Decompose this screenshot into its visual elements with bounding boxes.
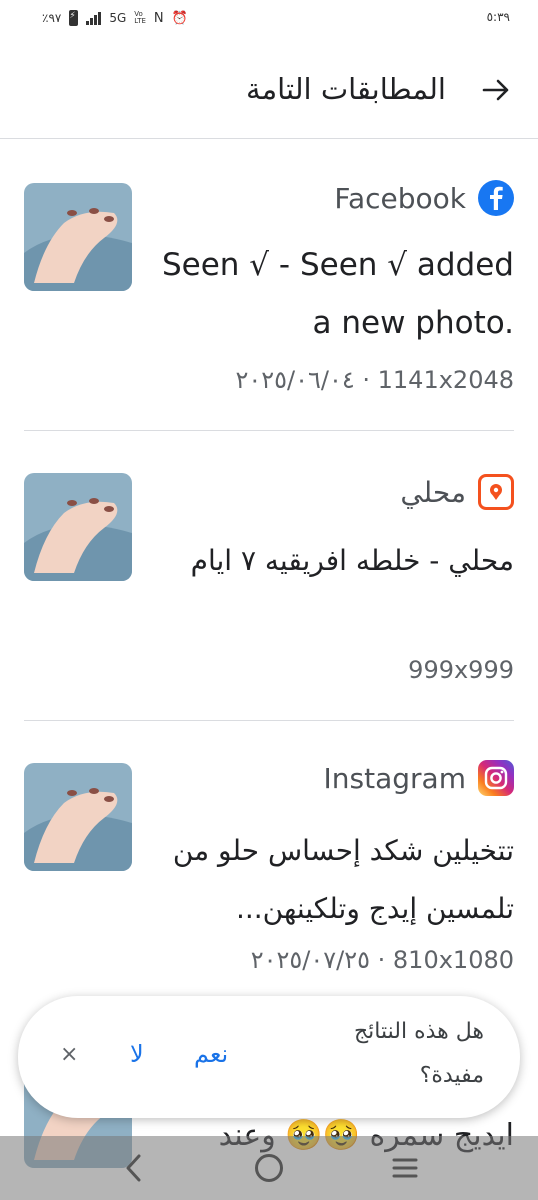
mahally-icon bbox=[478, 474, 514, 510]
nav-back-icon[interactable] bbox=[122, 1152, 146, 1184]
back-arrow-icon[interactable] bbox=[480, 74, 512, 106]
nav-home-icon[interactable] bbox=[255, 1154, 283, 1182]
status-icons: ٪٩٧ 5G VoLTE N ⏰ bbox=[42, 10, 188, 26]
nav-recents-icon[interactable] bbox=[392, 1156, 418, 1180]
close-icon[interactable]: × bbox=[60, 1042, 78, 1067]
result-card-facebook[interactable]: Facebook Seen √ - Seen √ added a new pho… bbox=[24, 180, 514, 400]
feedback-yes-button[interactable]: نعم bbox=[194, 1040, 228, 1068]
hand-image-thumbnail[interactable] bbox=[24, 473, 132, 581]
clock: ٥:٣٩ bbox=[486, 10, 510, 24]
result-title[interactable]: Seen √ - Seen √ added a new photo. bbox=[154, 236, 514, 352]
result-meta: 1141x2048 · ٢٠٢٥/٠٦/٠٤ bbox=[235, 366, 514, 394]
divider bbox=[24, 430, 514, 431]
page-title: المطابقات التامة bbox=[246, 72, 446, 106]
result-title[interactable]: تتخيلين شكد إحساس حلو من تلمسين إيدج وتل… bbox=[154, 822, 514, 938]
nfc-icon: N bbox=[153, 10, 164, 26]
source-name: Facebook bbox=[334, 181, 466, 215]
hand-image-thumbnail[interactable] bbox=[24, 763, 132, 871]
page-header: المطابقات التامة bbox=[0, 40, 538, 139]
result-meta: 999x999 bbox=[408, 656, 514, 684]
result-card-instagram[interactable]: Instagram تتخيلين شكد إحساس حلو من تلمسي… bbox=[24, 760, 514, 990]
hand-image-thumbnail[interactable] bbox=[24, 183, 132, 291]
volte-icon: Vo LTE bbox=[134, 10, 146, 25]
feedback-no-button[interactable]: لا bbox=[130, 1040, 144, 1068]
result-card-mahally[interactable]: محلي محلي - خلطه افريقيه ٧ ايام 999x999 bbox=[24, 470, 514, 690]
alarm-icon: ⏰ bbox=[171, 10, 188, 26]
source-name: Instagram bbox=[323, 761, 466, 795]
source-row: Facebook bbox=[334, 180, 514, 216]
battery-charging-icon bbox=[69, 10, 79, 26]
signal-icon bbox=[86, 11, 102, 25]
battery-percent: ٪٩٧ bbox=[42, 11, 62, 25]
source-name: محلي bbox=[400, 475, 466, 509]
result-meta: 810x1080 · ٢٠٢٥/٠٧/٢٥ bbox=[250, 946, 514, 974]
system-nav-bar bbox=[0, 1136, 538, 1200]
feedback-question: هل هذه النتائج مفيدة؟ bbox=[353, 1019, 484, 1088]
instagram-icon bbox=[478, 760, 514, 796]
status-bar: ٪٩٧ 5G VoLTE N ⏰ ٥:٣٩ bbox=[0, 0, 538, 40]
facebook-icon bbox=[478, 180, 514, 216]
feedback-popup: هل هذه النتائج مفيدة؟ نعم لا × bbox=[18, 996, 520, 1118]
network-type: 5G bbox=[109, 11, 127, 25]
divider bbox=[24, 720, 514, 721]
source-row: محلي bbox=[400, 474, 514, 510]
result-title[interactable]: محلي - خلطه افريقيه ٧ ايام bbox=[154, 532, 514, 590]
source-row: Instagram bbox=[324, 760, 514, 796]
